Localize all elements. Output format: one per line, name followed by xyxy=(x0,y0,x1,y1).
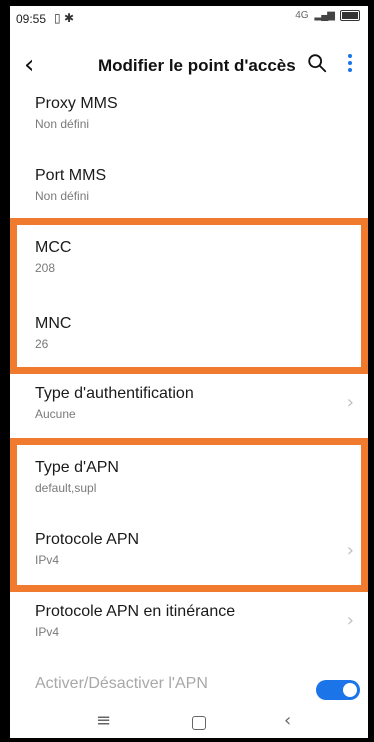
setting-apn-enable[interactable]: Activer/Désactiver l'APN xyxy=(35,674,355,694)
setting-title: MCC xyxy=(35,239,72,256)
phone-screen: 09:55 ▯ ✱ 4G ▂▄▆ ‹ Modifier le point d'a… xyxy=(10,6,368,738)
status-notification-icons: ▯ ✱ xyxy=(54,11,74,25)
setting-apn-roaming-protocol[interactable]: Protocole APN en itinérance IPv4 xyxy=(35,602,355,640)
chevron-right-icon: › xyxy=(346,392,354,413)
recent-apps-icon[interactable]: ≡ xyxy=(96,710,111,731)
setting-mcc[interactable]: MCC 208 xyxy=(35,238,355,276)
search-icon[interactable] xyxy=(306,52,328,74)
battery-icon xyxy=(340,10,360,21)
setting-value: IPv4 xyxy=(35,553,60,567)
setting-title: Activer/Désactiver l'APN xyxy=(35,675,208,692)
setting-title: Port MMS xyxy=(35,167,107,184)
setting-value: 26 xyxy=(35,337,49,351)
setting-value: IPv4 xyxy=(35,625,60,639)
page-title: Modifier le point d'accès xyxy=(98,56,296,75)
network-type-badge: 4G xyxy=(295,10,309,21)
setting-title: Protocole APN en itinérance xyxy=(35,603,236,620)
chevron-right-icon: › xyxy=(346,540,354,561)
setting-apn-protocol[interactable]: Protocole APN IPv4 xyxy=(35,530,355,568)
setting-mnc[interactable]: MNC 26 xyxy=(35,314,355,352)
more-vert-icon[interactable] xyxy=(346,54,354,76)
status-right: 4G ▂▄▆ xyxy=(295,10,360,21)
back-triangle-icon[interactable]: ‹ xyxy=(284,710,291,731)
setting-title: Protocole APN xyxy=(35,531,140,548)
setting-value: Aucune xyxy=(35,407,76,421)
setting-title: Type d'authentification xyxy=(35,385,194,402)
setting-value: default,supl xyxy=(35,481,97,495)
signal-icon: ▂▄▆ xyxy=(314,10,335,21)
setting-value: Non défini xyxy=(35,189,90,203)
status-time: 09:55 xyxy=(16,12,47,26)
setting-value: Non défini xyxy=(35,117,90,131)
system-nav-bar: ≡ ‹ xyxy=(10,704,368,738)
setting-proxy-mms[interactable]: Proxy MMS Non défini xyxy=(35,94,355,132)
setting-title: Type d'APN xyxy=(35,459,119,476)
chevron-right-icon: › xyxy=(346,610,354,631)
app-bar: ‹ Modifier le point d'accès xyxy=(10,44,368,88)
home-icon[interactable] xyxy=(192,716,206,730)
setting-port-mms[interactable]: Port MMS Non défini xyxy=(35,166,355,204)
setting-title: Proxy MMS xyxy=(35,95,118,112)
setting-auth-type[interactable]: Type d'authentification Aucune xyxy=(35,384,355,422)
setting-title: MNC xyxy=(35,315,72,332)
setting-apn-type[interactable]: Type d'APN default,supl xyxy=(35,458,355,496)
arrow-back-icon[interactable]: ‹ xyxy=(24,50,34,80)
apn-enable-toggle[interactable] xyxy=(316,680,360,700)
status-bar: 09:55 ▯ ✱ 4G ▂▄▆ xyxy=(10,6,368,30)
setting-value: 208 xyxy=(35,261,56,275)
